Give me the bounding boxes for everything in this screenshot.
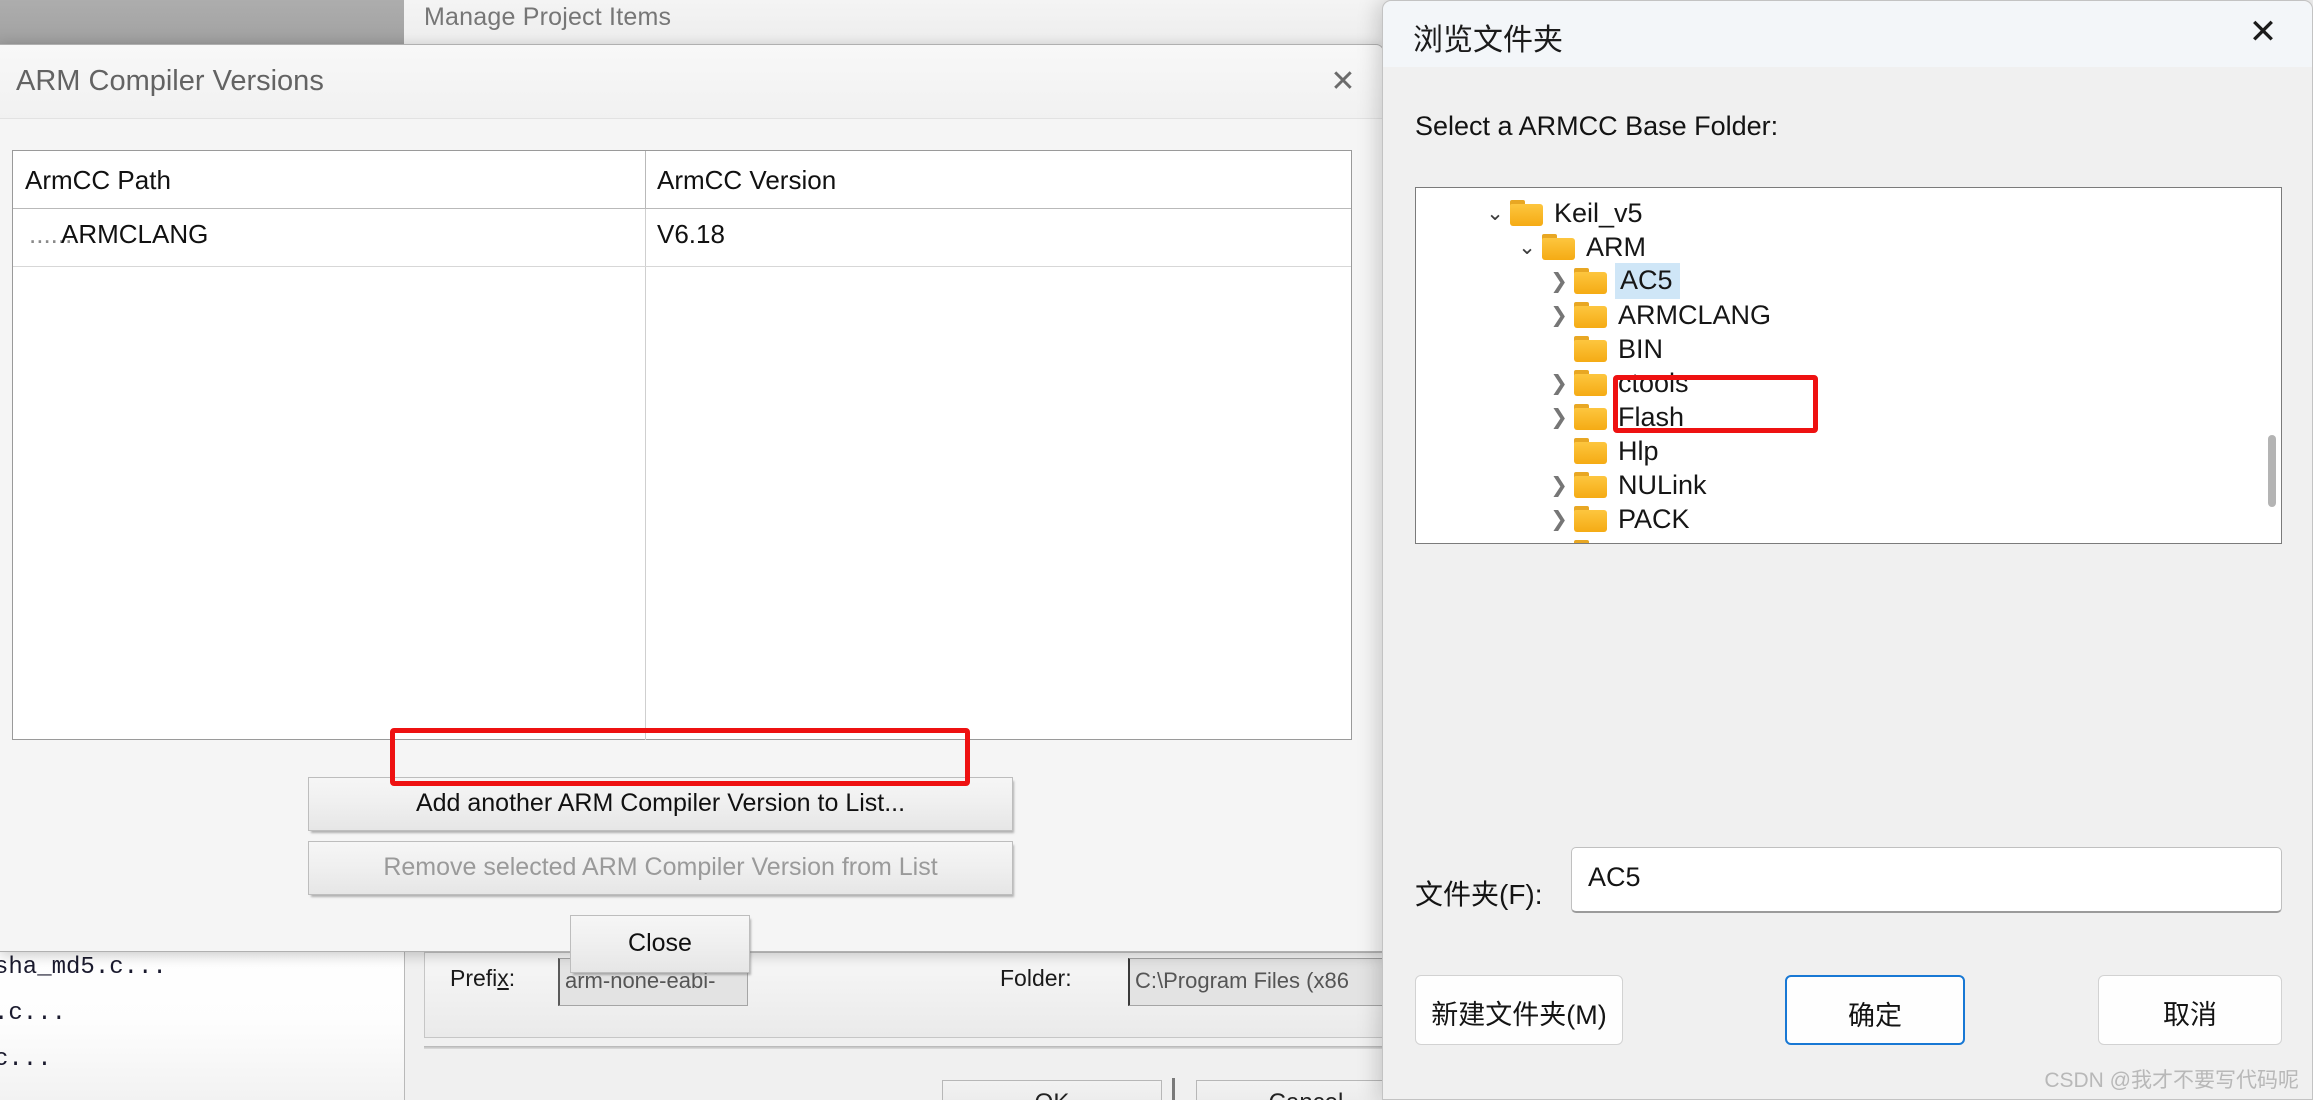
browse-folder-prompt: Select a ARMCC Base Folder:: [1415, 111, 1779, 141]
tree-item-bin[interactable]: ❯ BIN: [1416, 332, 2281, 366]
folder-icon: [1574, 370, 1608, 396]
tab-manage-project-items[interactable]: Manage Project Items: [424, 3, 671, 32]
chevron-right-icon[interactable]: ❯: [1544, 405, 1574, 429]
folder-label: Folder:: [1000, 965, 1072, 991]
folder-icon: [1574, 506, 1608, 532]
list-item: c...: [0, 1046, 52, 1073]
table-row[interactable]: ...... ARMCLANG V6.18: [13, 209, 1351, 267]
background-window-titlebar: [0, 0, 404, 45]
folder-icon: [1510, 200, 1544, 226]
tree-item-label: BIN: [1618, 333, 1664, 364]
tree-item-label: ARMCLANG: [1618, 299, 1772, 330]
chevron-right-icon[interactable]: ❯: [1544, 473, 1574, 497]
tree-item-label: ARM: [1586, 231, 1646, 262]
column-header-armcc-path: ArmCC Path: [25, 165, 171, 195]
background-splitter: [1172, 1078, 1175, 1100]
folder-name-label: 文件夹(F):: [1415, 879, 1543, 910]
folder-icon: [1574, 540, 1608, 543]
tree-item-label: AC5: [1615, 263, 1680, 299]
tree-item-label: Hlp: [1618, 435, 1659, 466]
column-separator: [645, 209, 646, 740]
tree-item-label: PACK: [1618, 503, 1690, 534]
folder-icon: [1574, 404, 1608, 430]
folder-icon: [1574, 302, 1608, 328]
browse-folder-dialog: 浏览文件夹 ✕ Select a ARMCC Base Folder: ⌄ Ke…: [1382, 0, 2313, 1100]
compiler-versions-table[interactable]: ArmCC Path ArmCC Version ...... ARMCLANG…: [12, 150, 1352, 740]
chevron-right-icon[interactable]: ❯: [1544, 303, 1574, 327]
dialog-titlebar: ARM Compiler Versions ✕: [0, 45, 1383, 119]
tree-item-label: NULink: [1618, 469, 1707, 500]
tree-item-nulink[interactable]: ❯ NULink: [1416, 468, 2281, 502]
tree-item-ac5[interactable]: ❯ AC5: [1416, 263, 2281, 299]
cancel-button[interactable]: 取消: [2098, 975, 2282, 1045]
arm-compiler-versions-dialog: ARM Compiler Versions ✕ ArmCC Path ArmCC…: [0, 44, 1384, 973]
new-folder-button[interactable]: 新建文件夹(M): [1415, 975, 1623, 1045]
folder-icon: [1574, 268, 1608, 294]
tree-item-arm[interactable]: ⌄ ARM: [1416, 230, 2281, 264]
ok-button[interactable]: 确定: [1785, 975, 1965, 1045]
table-header: ArmCC Path ArmCC Version: [13, 151, 1351, 209]
cell-armcc-path: ARMCLANG: [61, 219, 209, 249]
close-icon[interactable]: ✕: [1323, 65, 1363, 101]
chevron-right-icon[interactable]: ❯: [1544, 507, 1574, 531]
tree-scrollbar[interactable]: [2264, 189, 2280, 543]
folder-icon: [1574, 336, 1608, 362]
tree-item-hlp[interactable]: ❯ Hlp: [1416, 434, 2281, 468]
folder-name-input[interactable]: AC5: [1571, 847, 2282, 913]
column-header-armcc-version: ArmCC Version: [657, 165, 837, 195]
divider: [424, 1046, 1404, 1049]
background-file-list: sha_md5.c... .c... c...: [0, 944, 405, 1100]
tree-item-pack[interactable]: ❯ PACK: [1416, 502, 2281, 536]
tree-scrollbar-thumb[interactable]: [2268, 435, 2276, 507]
watermark: CSDN @我才不要写代码呢: [2044, 1069, 2299, 1092]
chevron-down-icon[interactable]: ⌄: [1480, 201, 1510, 225]
column-divider[interactable]: [645, 151, 646, 209]
prefix-label: Prefix:: [450, 965, 516, 991]
tree-item-label: Keil_v5: [1554, 197, 1643, 228]
dialog-title: ARM Compiler Versions: [16, 65, 324, 97]
tree-item-label: PFM: [1618, 538, 1681, 544]
chevron-right-icon[interactable]: ❯: [1544, 541, 1574, 543]
chevron-down-icon[interactable]: ⌄: [1512, 235, 1542, 259]
tree-item-label: Flash: [1618, 401, 1685, 432]
folder-icon: [1574, 438, 1608, 464]
chevron-right-icon[interactable]: ❯: [1544, 269, 1574, 293]
tree-item-pfm[interactable]: ❯ PFM: [1416, 536, 2281, 544]
browse-folder-titlebar: 浏览文件夹 ✕: [1383, 1, 2312, 67]
tree-item-label: ctools: [1618, 367, 1689, 398]
close-button[interactable]: Close: [570, 915, 750, 973]
close-icon[interactable]: ✕: [2236, 9, 2290, 57]
folder-icon: [1574, 472, 1608, 498]
folder-tree[interactable]: ⌄ Keil_v5 ⌄ ARM ❯ AC5 ❯ ARMCLANG BIN ❯ c…: [1415, 187, 2282, 544]
cell-armcc-version: V6.18: [657, 219, 725, 249]
remove-compiler-version-button: Remove selected ARM Compiler Version fro…: [308, 841, 1013, 895]
background-ok-button[interactable]: OK: [942, 1080, 1162, 1100]
add-compiler-version-button[interactable]: Add another ARM Compiler Version to List…: [308, 777, 1013, 831]
folder-input[interactable]: C:\Program Files (x86: [1128, 958, 1408, 1006]
tree-item-ctools[interactable]: ❯ ctools: [1416, 366, 2281, 400]
browse-folder-title: 浏览文件夹: [1413, 24, 1563, 57]
tree-item-keil-v5[interactable]: ⌄ Keil_v5: [1416, 196, 2281, 230]
folder-icon: [1542, 234, 1576, 260]
chevron-right-icon[interactable]: ❯: [1544, 371, 1574, 395]
list-item: .c...: [0, 1000, 67, 1027]
tree-item-armclang[interactable]: ❯ ARMCLANG: [1416, 298, 2281, 332]
tree-item-flash[interactable]: ❯ Flash: [1416, 400, 2281, 434]
